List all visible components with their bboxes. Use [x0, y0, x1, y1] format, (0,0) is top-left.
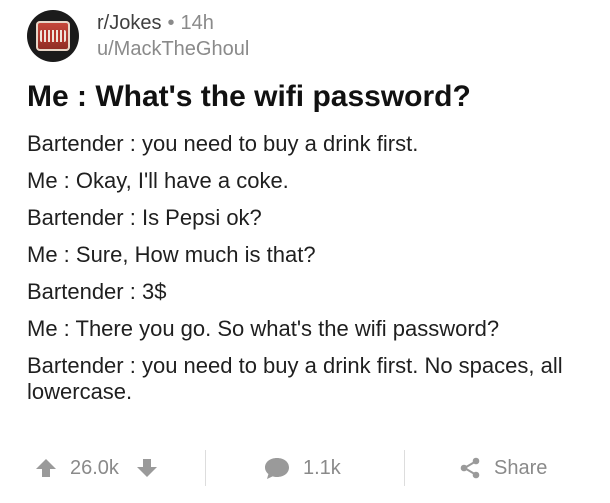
share-label: Share [494, 456, 548, 479]
share-icon [458, 456, 482, 480]
subreddit-link[interactable]: r/Jokes [97, 11, 161, 35]
comments-button[interactable]: 1.1k [263, 448, 341, 488]
post-body-line: Me : Sure, How much is that? [27, 242, 316, 267]
divider [205, 450, 206, 486]
subreddit-avatar-icon[interactable] [27, 10, 79, 62]
vote-count: 26.0k [70, 456, 119, 479]
post-body-line: Me : Okay, I'll have a coke. [27, 168, 289, 193]
post-body-line: Bartender : you need to buy a drink firs… [27, 131, 419, 156]
divider [404, 450, 405, 486]
post-time: 14h [180, 12, 214, 34]
author-link[interactable]: u/MackTheGhoul [97, 37, 249, 61]
upvote-arrow-icon[interactable] [34, 457, 58, 479]
share-button[interactable]: Share [458, 448, 547, 488]
vote-controls: 26.0k [34, 448, 159, 488]
comment-count: 1.1k [303, 456, 341, 479]
post-title: Me : What's the wifi password? [27, 80, 471, 113]
downvote-arrow-icon[interactable] [135, 457, 159, 479]
post-meta: r/Jokes • 14h u/MackTheGhoul [97, 11, 249, 61]
post-body: Bartender : you need to buy a drink firs… [27, 131, 567, 416]
post-header: r/Jokes • 14h u/MackTheGhoul [27, 8, 249, 64]
separator-dot: • [167, 12, 175, 34]
post-body-line: Bartender : you need to buy a drink firs… [27, 353, 563, 404]
post-body-line: Me : There you go. So what's the wifi pa… [27, 316, 500, 341]
comment-bubble-icon [263, 456, 291, 480]
post-body-line: Bartender : Is Pepsi ok? [27, 205, 262, 230]
post-body-line: Bartender : 3$ [27, 279, 167, 304]
post-actions: 26.0k 1.1k Share [0, 448, 610, 488]
